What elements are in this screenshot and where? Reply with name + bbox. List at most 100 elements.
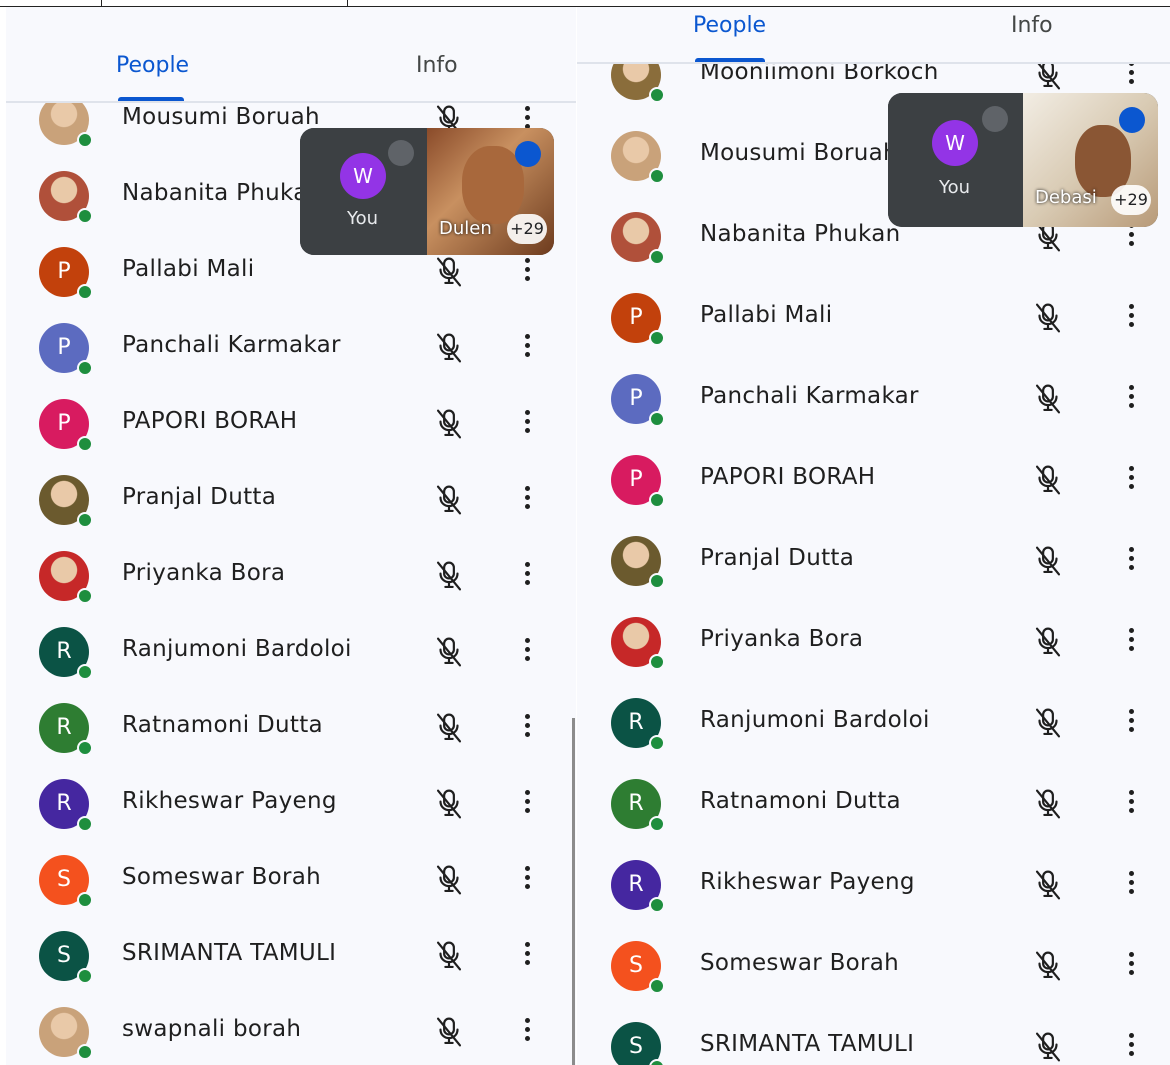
more-options-icon[interactable] [1126, 466, 1136, 496]
online-status-dot [649, 87, 665, 103]
list-item[interactable]: S Someswar Borah [6, 842, 576, 918]
list-item[interactable]: Priyanka Bora [6, 538, 576, 614]
mic-off-icon[interactable] [434, 483, 464, 517]
list-item[interactable]: P Panchali Karmakar [577, 359, 1170, 440]
participant-name: PAPORI BORAH [700, 464, 876, 490]
list-item[interactable]: S SRIMANTA TAMULI [577, 1007, 1170, 1065]
list-item[interactable]: R Rikheswar Payeng [6, 766, 576, 842]
more-options-icon[interactable] [1126, 790, 1136, 820]
speaker-name: Debasi [1035, 187, 1097, 208]
participant-name: Ratnamoni Dutta [700, 788, 901, 814]
list-item[interactable]: P PAPORI BORAH [577, 440, 1170, 521]
more-options-icon[interactable] [522, 562, 532, 592]
list-item[interactable]: P Pallabi Mali [577, 278, 1170, 359]
self-avatar: W [932, 120, 978, 166]
top-border-cell [102, 0, 348, 6]
participant-name: Pranjal Dutta [700, 545, 855, 571]
list-item[interactable]: P Panchali Karmakar [6, 310, 576, 386]
mic-off-icon[interactable] [434, 331, 464, 365]
mic-off-icon[interactable] [434, 635, 464, 669]
more-options-icon[interactable] [522, 942, 532, 972]
tab-bar: People Info [6, 7, 576, 103]
more-options-icon[interactable] [1126, 871, 1136, 901]
picture-in-picture[interactable]: W You Dulen +29 [300, 128, 554, 255]
online-status-dot [77, 892, 93, 908]
more-options-icon[interactable] [522, 714, 532, 744]
list-item[interactable]: R Ratnamoni Dutta [6, 690, 576, 766]
more-options-icon[interactable] [1126, 223, 1136, 253]
mic-off-icon[interactable] [1033, 625, 1063, 659]
list-item[interactable]: P PAPORI BORAH [6, 386, 576, 462]
top-border-cell [0, 0, 102, 6]
more-options-icon[interactable] [1126, 385, 1136, 415]
online-status-dot [77, 512, 93, 528]
more-options-icon[interactable] [1126, 1033, 1136, 1063]
list-item[interactable]: Pranjal Dutta [577, 521, 1170, 602]
more-options-icon[interactable] [522, 334, 532, 364]
list-item[interactable]: S Someswar Borah [577, 926, 1170, 1007]
mic-off-icon[interactable] [434, 255, 464, 289]
mic-off-icon[interactable] [434, 787, 464, 821]
scrollbar[interactable] [572, 718, 575, 1065]
speaker-video-tile[interactable]: Debasi +29 [1023, 93, 1158, 227]
participant-name: Ranjumoni Bardoloi [122, 636, 352, 662]
mic-off-icon[interactable] [1033, 949, 1063, 983]
speaker-name: Dulen [439, 218, 492, 239]
online-status-dot [649, 168, 665, 184]
more-options-icon[interactable] [1126, 952, 1136, 982]
mic-off-icon[interactable] [434, 559, 464, 593]
mic-off-icon[interactable] [434, 711, 464, 745]
participant-name: Rikheswar Payeng [700, 869, 915, 895]
mic-off-icon[interactable] [434, 939, 464, 973]
list-item[interactable]: Priyanka Bora [577, 602, 1170, 683]
more-options-icon[interactable] [522, 790, 532, 820]
more-options-icon[interactable] [522, 258, 532, 288]
online-status-dot [77, 1044, 93, 1060]
online-status-dot [649, 573, 665, 589]
participant-name: Ranjumoni Bardoloi [700, 707, 930, 733]
picture-in-picture[interactable]: W You Debasi +29 [888, 93, 1158, 227]
mic-off-icon[interactable] [434, 407, 464, 441]
participant-name: Priyanka Bora [700, 626, 864, 652]
list-item[interactable]: R Ratnamoni Dutta [577, 764, 1170, 845]
muted-mic-icon [982, 106, 1008, 132]
speaker-video-tile[interactable]: Dulen +29 [427, 128, 554, 255]
more-options-icon[interactable] [1126, 547, 1136, 577]
mic-off-icon[interactable] [434, 1015, 464, 1049]
more-options-icon[interactable] [1126, 709, 1136, 739]
mic-off-icon[interactable] [1033, 463, 1063, 497]
mic-off-icon[interactable] [1033, 787, 1063, 821]
mic-off-icon[interactable] [1033, 382, 1063, 416]
participant-name: Panchali Karmakar [122, 332, 341, 358]
mic-off-icon[interactable] [1033, 706, 1063, 740]
more-options-icon[interactable] [522, 410, 532, 440]
tab-info[interactable]: Info [1011, 13, 1053, 38]
tab-people[interactable]: People [693, 13, 766, 38]
more-options-icon[interactable] [522, 1018, 532, 1048]
mic-off-icon[interactable] [1033, 544, 1063, 578]
tab-info[interactable]: Info [416, 53, 458, 78]
list-item[interactable]: S SRIMANTA TAMULI [6, 918, 576, 994]
mic-off-icon[interactable] [1033, 868, 1063, 902]
more-options-icon[interactable] [522, 486, 532, 516]
participant-count-badge: +29 [507, 214, 547, 244]
mic-off-icon[interactable] [1033, 301, 1063, 335]
more-options-icon[interactable] [1126, 304, 1136, 334]
list-item[interactable]: swapnali borah [6, 994, 576, 1065]
more-options-icon[interactable] [522, 638, 532, 668]
mic-off-icon[interactable] [434, 863, 464, 897]
online-status-dot [649, 978, 665, 994]
more-options-icon[interactable] [1126, 61, 1136, 91]
top-border-rule [0, 0, 1170, 7]
more-options-icon[interactable] [1126, 628, 1136, 658]
list-item[interactable]: R Ranjumoni Bardoloi [577, 683, 1170, 764]
participant-count-badge: +29 [1111, 185, 1151, 215]
list-item[interactable]: Pranjal Dutta [6, 462, 576, 538]
online-status-dot [77, 588, 93, 604]
list-item[interactable]: R Ranjumoni Bardoloi [6, 614, 576, 690]
more-options-icon[interactable] [522, 866, 532, 896]
list-item[interactable]: R Rikheswar Payeng [577, 845, 1170, 926]
mic-off-icon[interactable] [1033, 1030, 1063, 1064]
online-status-dot [77, 208, 93, 224]
tab-people[interactable]: People [116, 53, 189, 78]
